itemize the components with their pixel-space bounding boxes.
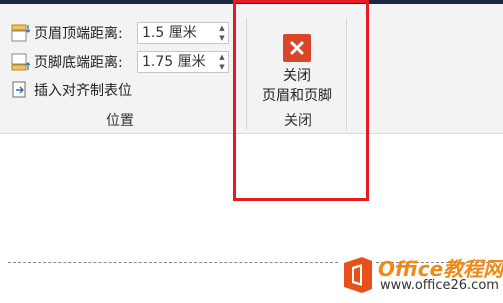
- watermark: Office教程网 www.office26.com: [340, 253, 503, 299]
- insert-alignment-tab-button[interactable]: 插入对齐制表位: [10, 79, 132, 101]
- insert-alignment-tab-icon: [10, 80, 30, 100]
- insert-alignment-tab-label: 插入对齐制表位: [34, 83, 132, 99]
- header-position-icon: [10, 23, 31, 43]
- header-distance-label: 页眉顶端距离:: [34, 26, 123, 42]
- watermark-url: www.office26.com: [380, 278, 499, 293]
- footer-distance-label: 页脚底端距离:: [34, 55, 123, 71]
- footer-distance-value: 1.75 厘米: [142, 54, 206, 70]
- highlight-box: [233, 0, 369, 201]
- office-logo-icon: [344, 257, 372, 293]
- header-distance-spinner[interactable]: ▲ ▼: [216, 23, 228, 43]
- header-distance-row: 页眉顶端距离:: [10, 22, 123, 44]
- header-distance-input[interactable]: 1.5 厘米 ▲ ▼: [137, 22, 229, 44]
- position-group-label: 位置: [106, 113, 134, 129]
- footer-distance-spinner[interactable]: ▲ ▼: [216, 52, 228, 72]
- header-boundary-line: [8, 262, 338, 263]
- footer-position-icon: [10, 52, 31, 72]
- footer-distance-input[interactable]: 1.75 厘米 ▲ ▼: [137, 51, 229, 73]
- footer-distance-row: 页脚底端距离:: [10, 51, 123, 73]
- header-distance-value: 1.5 厘米: [142, 25, 197, 41]
